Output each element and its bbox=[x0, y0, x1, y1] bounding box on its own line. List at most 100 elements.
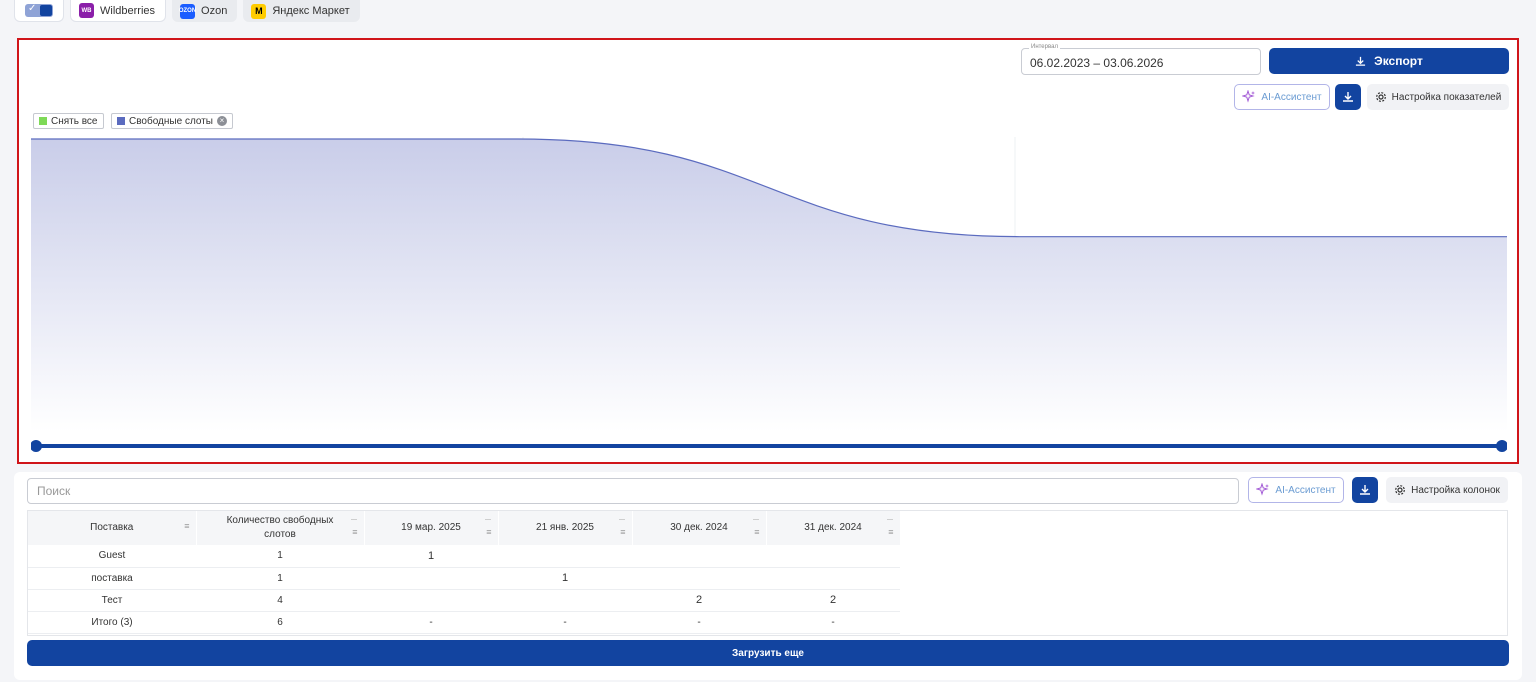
download-chart-button[interactable] bbox=[1335, 84, 1361, 110]
column-menu-icon[interactable]: ≡ bbox=[888, 525, 893, 539]
column-menu-icon[interactable]: ≡ bbox=[754, 525, 759, 539]
chart-panel: Интервал 06.02.2023 – 03.06.2026 Экспорт… bbox=[17, 38, 1519, 464]
table-header-row: Поставка ≡ Количество свободных слотов ···… bbox=[28, 511, 901, 545]
cell-value bbox=[364, 567, 498, 590]
clear-all-label: Снять все bbox=[51, 115, 98, 127]
wildberries-logo-icon: WB bbox=[79, 3, 94, 18]
series-area-fill bbox=[31, 139, 1507, 432]
table-total-row: Итого (3) 6 - - - - bbox=[28, 611, 900, 634]
more-icon[interactable]: ··· bbox=[753, 512, 760, 526]
table-row[interactable]: поставка 1 1 bbox=[28, 567, 900, 590]
column-header-delivery[interactable]: Поставка ≡ bbox=[28, 511, 197, 545]
series-swatch bbox=[117, 117, 125, 125]
table-row[interactable]: Guest 1 1 bbox=[28, 545, 900, 568]
search-input[interactable] bbox=[28, 479, 1238, 503]
close-icon[interactable]: × bbox=[217, 116, 227, 126]
legend-clear-all[interactable]: Снять все bbox=[33, 113, 104, 129]
table-ai-assistant-label: AI-Ассистент bbox=[1275, 484, 1336, 496]
cell-total-free-slots: 6 bbox=[196, 611, 364, 634]
column-menu-icon[interactable]: ≡ bbox=[352, 525, 357, 539]
cell-value: 2 bbox=[632, 589, 766, 612]
more-icon[interactable]: ··· bbox=[619, 512, 626, 526]
cell-value bbox=[632, 567, 766, 590]
indicator-settings-label: Настройка показателей bbox=[1391, 91, 1502, 103]
ozon-logo-icon: OZON bbox=[179, 3, 196, 19]
toggle-switch-icon bbox=[25, 3, 53, 17]
more-icon[interactable]: ··· bbox=[351, 512, 358, 526]
column-menu-icon[interactable]: ≡ bbox=[486, 525, 491, 539]
column-header-label: Количество свободных слотов bbox=[226, 515, 334, 540]
cell-total-label: Итого (3) bbox=[28, 611, 196, 634]
column-header-date-2[interactable]: 21 янв. 2025 ··· ≡ bbox=[498, 511, 633, 545]
column-header-label: Поставка bbox=[90, 522, 134, 533]
cell-delivery: Guest bbox=[28, 545, 196, 568]
column-menu-icon[interactable]: ≡ bbox=[620, 525, 625, 539]
indicator-settings-button[interactable]: Настройка показателей bbox=[1367, 84, 1509, 110]
cell-value bbox=[364, 589, 498, 612]
legend-series-label: Свободные слоты bbox=[129, 115, 213, 127]
search-field[interactable] bbox=[27, 478, 1239, 504]
cell-total-value: - bbox=[632, 611, 766, 634]
cell-total-value: - bbox=[766, 611, 900, 634]
column-header-free-slots[interactable]: Количество свободных слотов ··· ≡ bbox=[196, 511, 365, 545]
load-more-label: Загрузить еще bbox=[732, 647, 804, 659]
load-more-button[interactable]: Загрузить еще bbox=[27, 640, 1509, 666]
cell-value: 2 bbox=[766, 589, 900, 612]
data-table-container: Поставка ≡ Количество свободных слотов ···… bbox=[27, 510, 1508, 636]
interval-value: 06.02.2023 – 03.06.2026 bbox=[1030, 56, 1164, 70]
cell-delivery: Тест bbox=[28, 589, 196, 612]
column-header-label: 30 дек. 2024 bbox=[670, 522, 728, 533]
tab-wildberries[interactable]: WB Wildberries bbox=[70, 0, 167, 22]
tab-ozon[interactable]: OZON Ozon bbox=[172, 0, 238, 22]
export-label: Экспорт bbox=[1374, 54, 1423, 68]
more-icon[interactable]: ··· bbox=[485, 512, 492, 526]
download-icon bbox=[1343, 92, 1353, 102]
cell-free-slots: 1 bbox=[196, 545, 364, 568]
range-slider-handle-start[interactable] bbox=[31, 440, 42, 452]
range-slider-handle-end[interactable] bbox=[1496, 440, 1507, 452]
column-settings-button[interactable]: Настройка колонок bbox=[1386, 477, 1508, 503]
cell-value bbox=[632, 545, 766, 568]
gear-icon bbox=[1375, 92, 1386, 102]
column-header-date-4[interactable]: 31 дек. 2024 ··· ≡ bbox=[766, 511, 901, 545]
cell-value bbox=[498, 545, 632, 568]
interval-field[interactable]: Интервал 06.02.2023 – 03.06.2026 bbox=[1021, 44, 1261, 75]
table-ai-assistant-button[interactable]: AI-Ассистент bbox=[1248, 477, 1344, 503]
gear-icon bbox=[1395, 485, 1405, 495]
download-icon bbox=[1360, 485, 1370, 495]
more-icon[interactable]: ··· bbox=[887, 512, 894, 526]
sparkle-icon bbox=[1256, 483, 1270, 496]
legend-series-free-slots[interactable]: Свободные слоты × bbox=[111, 113, 233, 129]
cell-value bbox=[766, 545, 900, 568]
table-row[interactable]: Тест 4 2 2 bbox=[28, 589, 900, 612]
column-menu-icon[interactable]: ≡ bbox=[184, 519, 189, 533]
cell-value bbox=[766, 567, 900, 590]
tab-ozon-label: Ozon bbox=[201, 5, 228, 17]
clear-all-swatch bbox=[39, 117, 47, 125]
tab-yandex-market[interactable]: M Яндекс Маркет bbox=[243, 0, 360, 22]
tab-yandex-market-label: Яндекс Маркет bbox=[272, 5, 350, 17]
column-settings-label: Настройка колонок bbox=[1411, 484, 1500, 496]
table-panel: AI-Ассистент Настройка колонок Поставка ≡… bbox=[14, 472, 1522, 680]
download-table-button[interactable] bbox=[1352, 477, 1378, 503]
sparkle-icon bbox=[1242, 90, 1256, 103]
cell-free-slots: 1 bbox=[196, 567, 364, 590]
ai-assistant-label: AI-Ассистент bbox=[1261, 91, 1322, 103]
tab-wildberries-label: Wildberries bbox=[100, 4, 156, 17]
column-header-label: 31 дек. 2024 bbox=[804, 522, 862, 533]
select-all-toggle[interactable] bbox=[14, 0, 64, 22]
cell-total-value: - bbox=[364, 611, 498, 634]
cell-free-slots: 4 bbox=[196, 589, 364, 612]
area-chart bbox=[31, 137, 1507, 452]
data-table: Поставка ≡ Количество свободных слотов ···… bbox=[28, 511, 901, 634]
marketplace-tabs: WB Wildberries OZON Ozon M Яндекс Маркет bbox=[14, 0, 360, 22]
export-button[interactable]: Экспорт bbox=[1269, 48, 1509, 74]
interval-label: Интервал bbox=[1029, 44, 1060, 50]
ai-assistant-button[interactable]: AI-Ассистент bbox=[1234, 84, 1330, 110]
column-header-date-3[interactable]: 30 дек. 2024 ··· ≡ bbox=[632, 511, 767, 545]
yandex-market-logo-icon: M bbox=[251, 3, 267, 19]
cell-delivery: поставка bbox=[28, 567, 196, 590]
download-icon bbox=[1356, 56, 1366, 66]
column-header-date-1[interactable]: 19 мар. 2025 ··· ≡ bbox=[364, 511, 499, 545]
cell-value bbox=[498, 589, 632, 612]
